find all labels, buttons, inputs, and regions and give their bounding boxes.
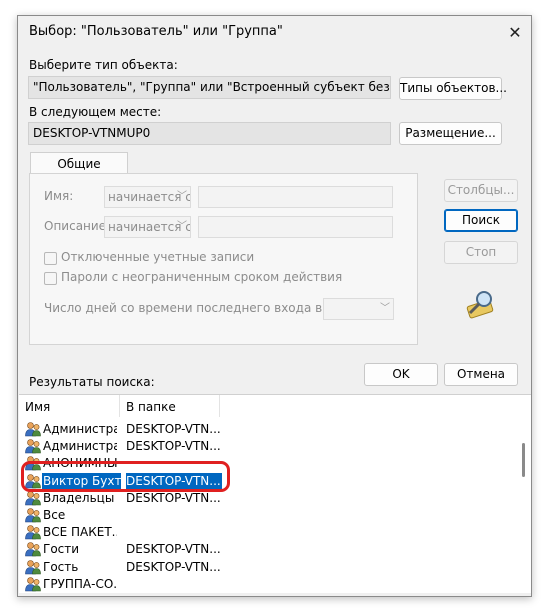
user-group-icon bbox=[25, 541, 41, 557]
user-group-icon bbox=[25, 490, 41, 506]
chevron-down-icon: ﹀ bbox=[177, 221, 187, 232]
name-condition-select[interactable]: начинается с ﹀ bbox=[104, 186, 191, 208]
stop-button[interactable]: Стоп bbox=[444, 241, 518, 264]
title-bar: Выбор: "Пользователь" или "Группа" ✕ bbox=[18, 16, 531, 48]
user-group-icon bbox=[25, 559, 41, 575]
scrollbar-thumb[interactable] bbox=[522, 443, 525, 477]
object-type-field: "Пользователь", "Группа" или "Встроенный… bbox=[28, 76, 391, 99]
table-row[interactable]: Гости DESKTOP-VTN... bbox=[19, 541, 509, 558]
ok-button[interactable]: OK bbox=[364, 363, 438, 386]
description-label: Описание: bbox=[44, 219, 111, 233]
user-group-icon bbox=[25, 421, 41, 437]
select-users-dialog: Выбор: "Пользователь" или "Группа" ✕ Выб… bbox=[17, 15, 532, 597]
row-name: ГРУППА-СО... bbox=[43, 576, 117, 591]
row-name: Администрат... bbox=[43, 439, 117, 454]
description-condition-select[interactable]: начинается с ﹀ bbox=[104, 216, 191, 238]
disabled-accounts-checkbox[interactable] bbox=[44, 252, 57, 265]
common-queries-panel: Имя: начинается с ﹀ Описание: начинается… bbox=[29, 173, 418, 345]
row-name: Гости bbox=[43, 542, 80, 557]
days-since-login-select[interactable]: ﹀ bbox=[323, 298, 394, 320]
user-group-icon bbox=[25, 524, 41, 540]
row-name: ВСЕ ПАКЕТ... bbox=[43, 525, 117, 540]
search-button[interactable]: Поиск bbox=[444, 209, 518, 232]
tab-common-queries[interactable]: Общие запросы bbox=[30, 152, 128, 193]
table-row[interactable]: ГРУППА-СО... bbox=[19, 576, 509, 593]
search-results-label: Результаты поиска: bbox=[29, 375, 155, 389]
search-results-list[interactable]: Имя В папке Администрат... DESKTOP-VTN...… bbox=[19, 394, 531, 593]
user-group-icon bbox=[25, 576, 41, 592]
table-row[interactable]: Владельцы у... DESKTOP-VTN... bbox=[19, 490, 509, 507]
window-title: Выбор: "Пользователь" или "Группа" bbox=[29, 24, 283, 39]
name-input[interactable] bbox=[198, 186, 393, 208]
locations-button[interactable]: Размещение... bbox=[399, 122, 502, 145]
location-field: DESKTOP-VTNMUP0 bbox=[28, 122, 391, 145]
highlight-ring bbox=[21, 461, 230, 492]
user-group-icon bbox=[25, 438, 41, 454]
chevron-down-icon: ﹀ bbox=[177, 191, 187, 202]
row-folder: DESKTOP-VTN... bbox=[126, 490, 221, 505]
row-folder: DESKTOP-VTN... bbox=[126, 542, 221, 557]
table-row[interactable]: Все bbox=[19, 507, 509, 524]
object-types-button[interactable]: Типы объектов... bbox=[399, 77, 507, 100]
object-type-label: Выберите тип объекта: bbox=[29, 58, 178, 72]
table-row[interactable]: Гость DESKTOP-VTN... bbox=[19, 559, 509, 576]
table-row[interactable]: Администрат... DESKTOP-VTN... bbox=[19, 421, 509, 438]
row-folder: DESKTOP-VTN... bbox=[126, 439, 221, 454]
cancel-button[interactable]: Отмена bbox=[444, 363, 518, 386]
table-row[interactable]: ВСЕ ПАКЕТ... bbox=[19, 524, 509, 541]
location-label: В следующем месте: bbox=[29, 105, 162, 119]
row-name: Администрат... bbox=[43, 422, 117, 436]
close-icon[interactable]: ✕ bbox=[499, 16, 531, 48]
disabled-accounts-label: Отключенные учетные записи bbox=[61, 250, 255, 264]
table-row[interactable]: Администрат... DESKTOP-VTN... bbox=[19, 438, 509, 455]
row-name: Гость bbox=[43, 559, 79, 574]
user-group-icon bbox=[25, 507, 41, 523]
row-folder: DESKTOP-VTN... bbox=[126, 559, 221, 574]
non-expiring-password-label: Пароли с неограниченным сроком действия bbox=[61, 270, 343, 284]
search-magnifier-icon bbox=[466, 291, 494, 319]
chevron-down-icon: ﹀ bbox=[380, 303, 390, 314]
description-input[interactable] bbox=[198, 216, 393, 238]
vertical-scrollbar[interactable] bbox=[516, 395, 531, 593]
name-label: Имя: bbox=[44, 189, 74, 203]
row-name: Владельцы у... bbox=[43, 490, 117, 505]
row-name: Все bbox=[43, 508, 66, 522]
column-header-name[interactable]: Имя bbox=[19, 395, 120, 417]
column-header-folder[interactable]: В папке bbox=[120, 395, 220, 417]
columns-button[interactable]: Столбцы... bbox=[444, 179, 518, 202]
row-folder: DESKTOP-VTN... bbox=[126, 422, 221, 436]
non-expiring-password-checkbox[interactable] bbox=[44, 272, 57, 285]
